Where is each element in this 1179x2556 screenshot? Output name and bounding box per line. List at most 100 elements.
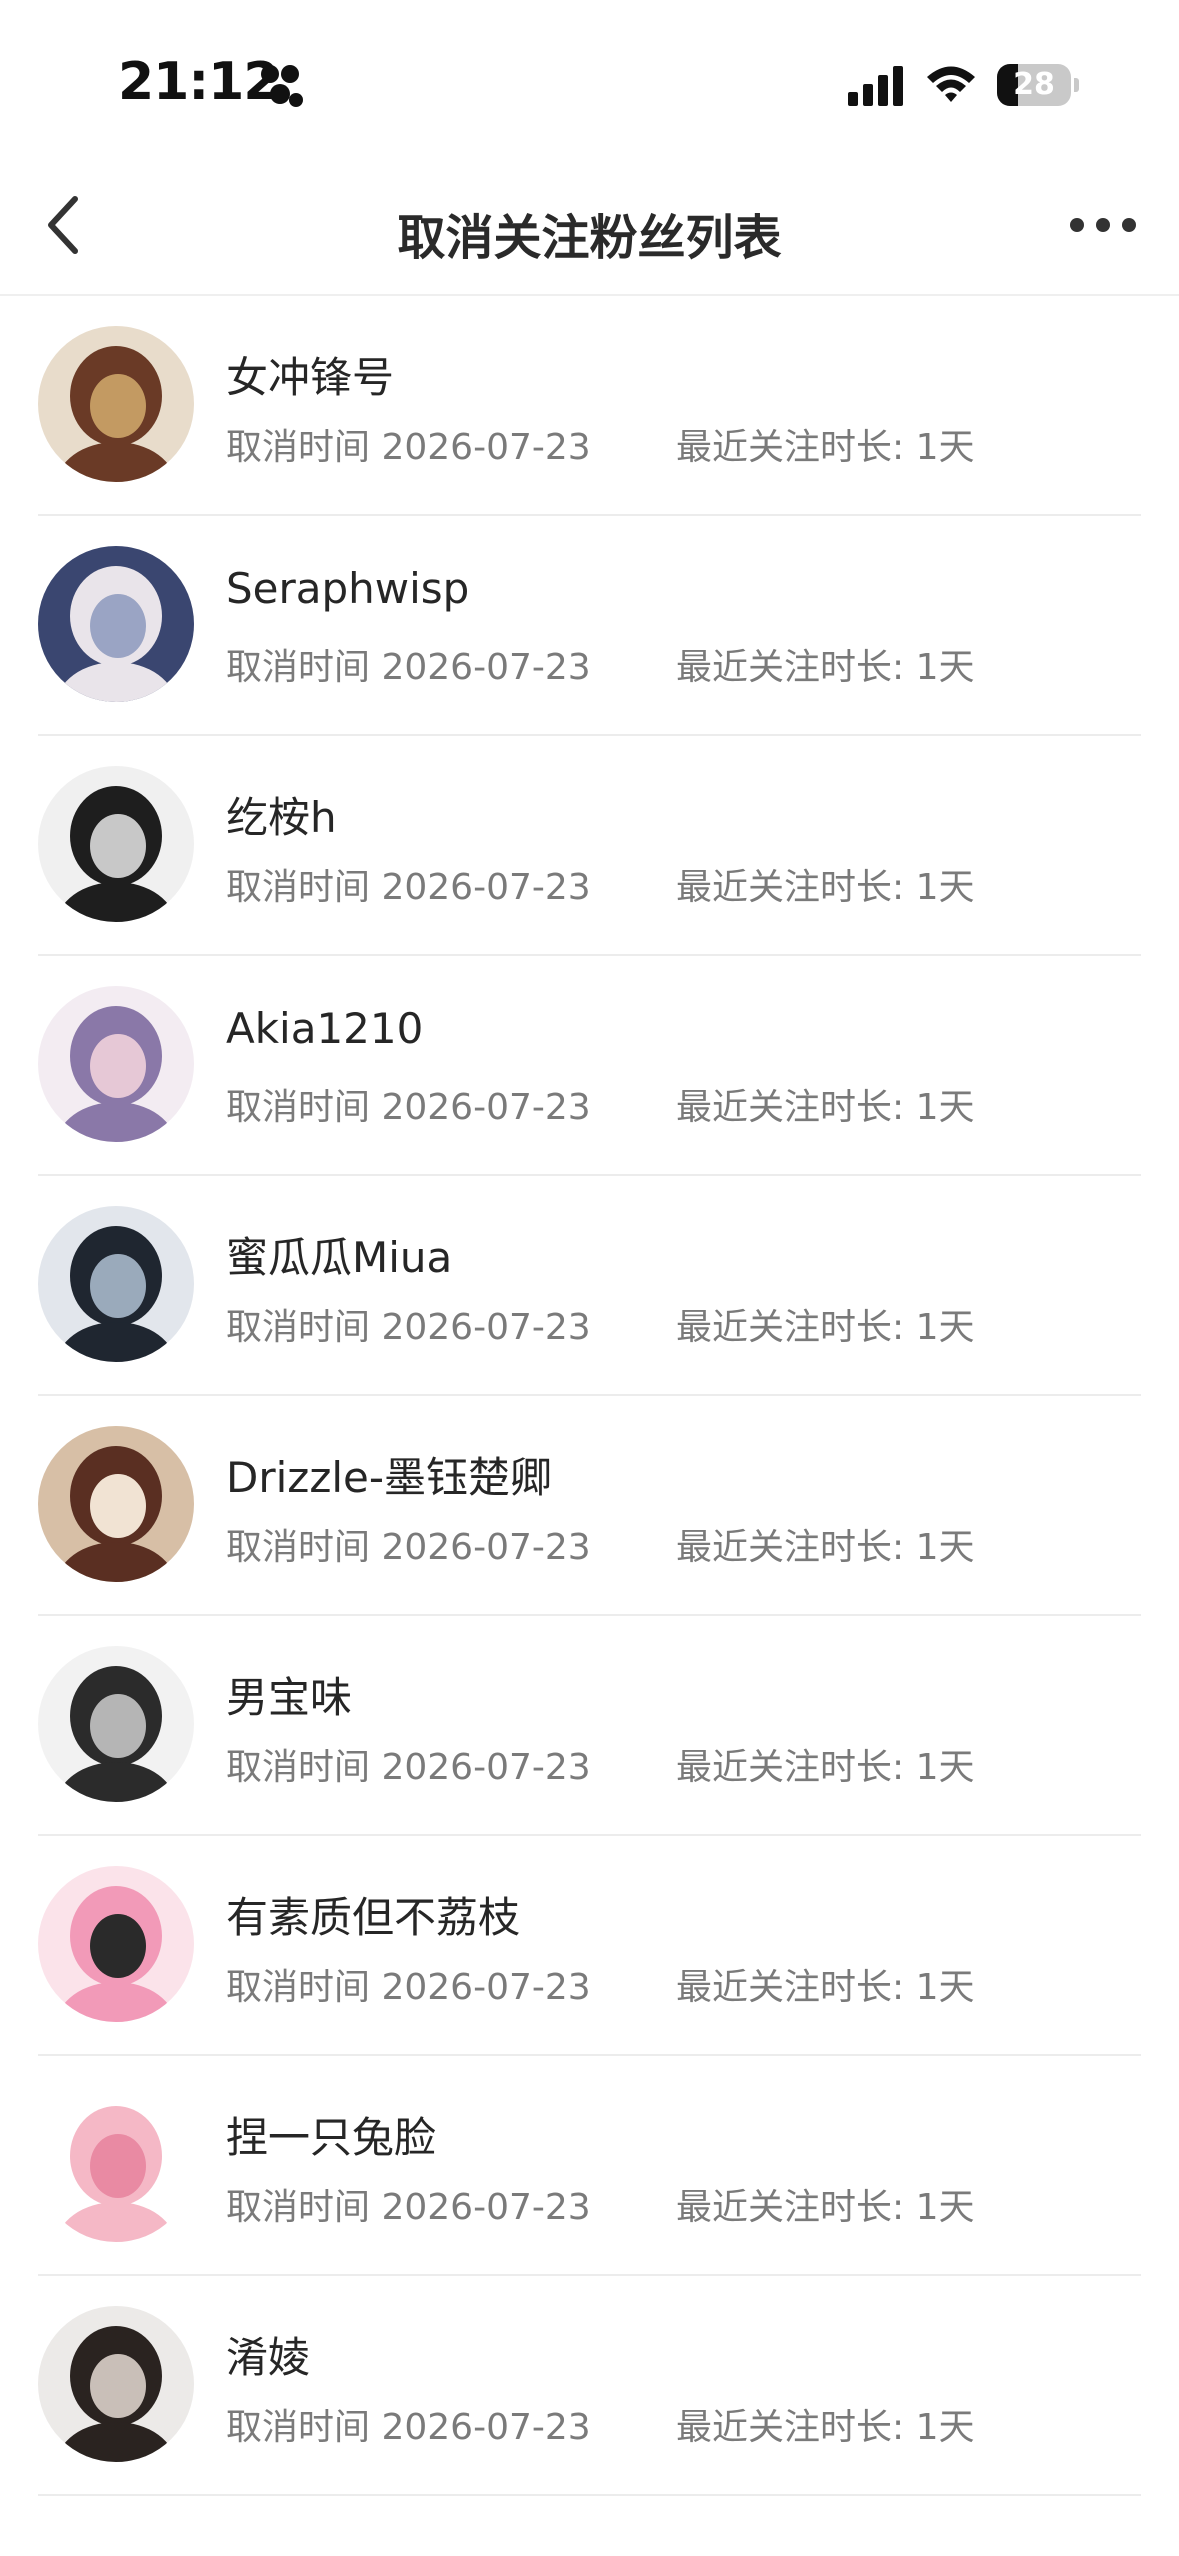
unfollow-time-label: 取消时间 <box>226 427 371 468</box>
unfollow-date: 2026-07-23 <box>381 647 591 688</box>
fan-list-item[interactable]: 淆婈 取消时间 2026-07-23 最近关注时长: 1天 <box>38 2276 1141 2496</box>
avatar-image <box>38 1206 194 1362</box>
fan-list-item[interactable]: 蜜瓜瓜Miua 取消时间 2026-07-23 最近关注时长: 1天 <box>38 1176 1141 1396</box>
fan-name[interactable]: 蜜瓜瓜Miua <box>226 1224 452 1285</box>
fan-list-item[interactable]: 男宝味取消时间 2026-07-23 最近关注时长: 1天 <box>38 1616 1141 1836</box>
fan-meta: 取消时间 2026-07-23 最近关注时长: 1天 <box>226 2178 975 2230</box>
fan-name[interactable]: 淆婈 <box>226 2324 310 2385</box>
page-title: 取消关注粉丝列表 <box>397 210 782 266</box>
follow-duration: 最近关注时长: 1天 <box>676 418 975 470</box>
fan-meta: 取消时间 2026-07-23 最近关注时长: 1天 <box>226 1738 975 1790</box>
avatar[interactable] <box>38 1206 194 1362</box>
fan-name[interactable]: 女冲锋号 <box>226 344 394 405</box>
battery-cap <box>1074 78 1079 92</box>
follow-duration-label: 最近关注时长: <box>676 647 905 688</box>
battery-indicator: 28 <box>997 64 1079 106</box>
battery-body: 28 <box>997 64 1071 106</box>
follow-duration-label: 最近关注时长: <box>676 1747 905 1788</box>
fan-meta: 取消时间 2026-07-23 最近关注时长: 1天 <box>226 1298 975 1350</box>
unfollowed-fans-list: 女冲锋号 取消时间 2026-07-23 最近关注时长: 1天 Seraphwisp 取… <box>0 296 1179 2496</box>
follow-duration-label: 最近关注时长: <box>676 1307 905 1348</box>
fan-list-item[interactable]: 女冲锋号取消时间 2026-07-23 最近关注时长: 1天 <box>38 296 1141 516</box>
avatar[interactable] <box>38 1866 194 2022</box>
fan-list-item[interactable]: 有素质但不荔枝取消时间 2026-07-23 最近关注时长: 1天 <box>38 1836 1141 2056</box>
follow-duration-value: 1天 <box>915 1747 975 1788</box>
follow-duration-value: 1天 <box>915 2187 975 2228</box>
avatar-image <box>38 2306 194 2462</box>
fan-name[interactable]: 纥桉h <box>226 784 337 845</box>
avatar-image <box>38 1646 194 1802</box>
avatar[interactable] <box>38 546 194 702</box>
status-time: 21:12 <box>118 52 280 112</box>
avatar-image <box>38 1426 194 1582</box>
unfollow-date: 2026-07-23 <box>381 1967 591 2008</box>
fan-name[interactable]: Akia1210 <box>226 1004 423 1053</box>
unfollow-date: 2026-07-23 <box>381 1307 591 1348</box>
fan-meta: 取消时间 2026-07-23 最近关注时长: 1天 <box>226 1078 975 1130</box>
unfollow-date: 2026-07-23 <box>381 867 591 908</box>
more-dots-icon <box>1070 218 1136 232</box>
unfollow-date: 2026-07-23 <box>381 427 591 468</box>
follow-duration: 最近关注时长: 1天 <box>676 1958 975 2010</box>
avatar-image <box>38 986 194 1142</box>
follow-duration-value: 1天 <box>915 1087 975 1128</box>
unfollow-time-label: 取消时间 <box>226 1307 371 1348</box>
follow-duration-label: 最近关注时长: <box>676 2187 905 2228</box>
more-options-button[interactable] <box>1058 190 1148 260</box>
avatar[interactable] <box>38 986 194 1142</box>
wifi-icon <box>927 66 975 102</box>
fan-name[interactable]: Drizzle-墨钰楚卿 <box>226 1444 552 1505</box>
follow-duration: 最近关注时长: 1天 <box>676 1078 975 1130</box>
fan-name[interactable]: 男宝味 <box>226 1664 352 1725</box>
unfollow-time-label: 取消时间 <box>226 2187 371 2228</box>
follow-duration-label: 最近关注时长: <box>676 427 905 468</box>
unfollow-date: 2026-07-23 <box>381 1527 591 1568</box>
follow-duration: 最近关注时长: 1天 <box>676 1298 975 1350</box>
fan-meta: 取消时间 2026-07-23 最近关注时长: 1天 <box>226 638 975 690</box>
fan-list-item[interactable]: Seraphwisp 取消时间 2026-07-23 最近关注时长: 1天 <box>38 516 1141 736</box>
follow-duration: 最近关注时长: 1天 <box>676 2178 975 2230</box>
follow-duration: 最近关注时长: 1天 <box>676 2398 975 2450</box>
follow-duration-label: 最近关注时长: <box>676 867 905 908</box>
fan-name[interactable]: Seraphwisp <box>226 564 469 613</box>
avatar-image <box>38 546 194 702</box>
unfollow-date: 2026-07-23 <box>381 2407 591 2448</box>
fan-list-item[interactable]: Drizzle-墨钰楚卿取消时间 2026-07-23 最近关注时长: 1天 <box>38 1396 1141 1616</box>
unfollow-time-label: 取消时间 <box>226 647 371 688</box>
avatar[interactable] <box>38 766 194 922</box>
unfollow-time-label: 取消时间 <box>226 1967 371 2008</box>
follow-duration-label: 最近关注时长: <box>676 2407 905 2448</box>
fan-meta: 取消时间 2026-07-23 最近关注时长: 1天 <box>226 858 975 910</box>
fan-meta: 取消时间 2026-07-23 最近关注时长: 1天 <box>226 418 975 470</box>
follow-duration-value: 1天 <box>915 1307 975 1348</box>
avatar[interactable] <box>38 1426 194 1582</box>
avatar-image <box>38 766 194 922</box>
follow-duration-value: 1天 <box>915 427 975 468</box>
fan-list-item[interactable]: 纥桉h 取消时间 2026-07-23 最近关注时长: 1天 <box>38 736 1141 956</box>
battery-percentage: 28 <box>1013 67 1055 102</box>
avatar[interactable] <box>38 2306 194 2462</box>
unfollow-time-label: 取消时间 <box>226 867 371 908</box>
follow-duration-value: 1天 <box>915 867 975 908</box>
avatar-image <box>38 1866 194 2022</box>
avatar[interactable] <box>38 326 194 482</box>
follow-duration: 最近关注时长: 1天 <box>676 638 975 690</box>
follow-duration: 最近关注时长: 1天 <box>676 1518 975 1570</box>
fan-list-item[interactable]: 捏一只兔脸取消时间 2026-07-23 最近关注时长: 1天 <box>38 2056 1141 2276</box>
avatar[interactable] <box>38 2086 194 2242</box>
unfollow-time-label: 取消时间 <box>226 1527 371 1568</box>
unfollow-date: 2026-07-23 <box>381 2187 591 2228</box>
avatar-image <box>38 2086 194 2242</box>
fan-name[interactable]: 捏一只兔脸 <box>226 2104 436 2165</box>
avatar-image <box>38 326 194 482</box>
fan-list-item[interactable]: Akia1210 取消时间 2026-07-23 最近关注时长: 1天 <box>38 956 1141 1176</box>
avatar[interactable] <box>38 1646 194 1802</box>
follow-duration-value: 1天 <box>915 2407 975 2448</box>
cellular-signal-icon <box>848 66 903 106</box>
follow-duration-value: 1天 <box>915 647 975 688</box>
fan-name[interactable]: 有素质但不荔枝 <box>226 1884 520 1945</box>
follow-duration-label: 最近关注时长: <box>676 1527 905 1568</box>
follow-duration-label: 最近关注时长: <box>676 1967 905 2008</box>
follow-duration-value: 1天 <box>915 1527 975 1568</box>
app-status-icon <box>261 65 303 107</box>
